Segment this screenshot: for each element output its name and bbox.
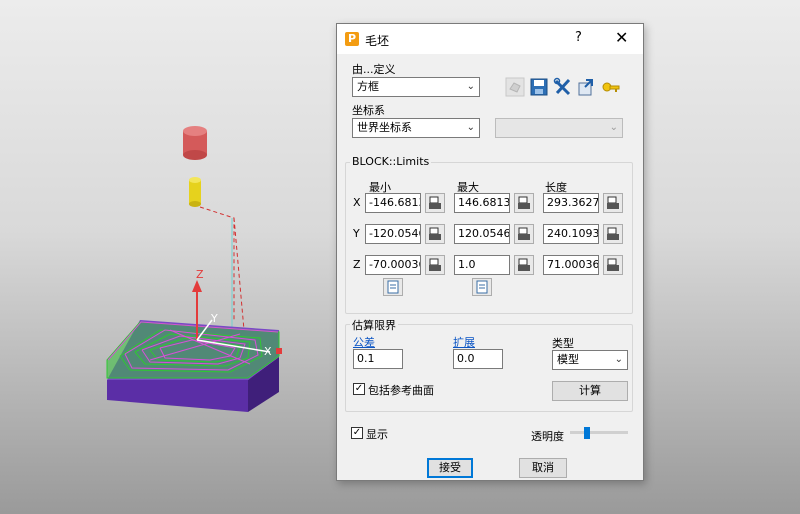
estimate-title: 估算限界: [350, 317, 398, 333]
accept-button[interactable]: 接受: [427, 458, 473, 478]
pick-icon: [607, 227, 619, 240]
x-length-pick-button[interactable]: [603, 193, 623, 213]
show-label: 显示: [366, 428, 388, 441]
y-max-field[interactable]: 120.0546: [454, 224, 510, 244]
define-by-select[interactable]: 方框 ⌄: [352, 77, 480, 97]
chevron-down-icon: ⌄: [614, 354, 623, 365]
list-icon: [476, 280, 488, 294]
y-max-pick-button[interactable]: [514, 224, 534, 244]
y-length-pick-button[interactable]: [603, 224, 623, 244]
expand-field[interactable]: 0.0: [453, 349, 503, 369]
include-ref-label: 包括参考曲面: [368, 384, 434, 397]
axis-label-z: Z: [196, 268, 204, 281]
transparency-slider-thumb[interactable]: [584, 427, 591, 439]
x-max-pick-button[interactable]: [514, 193, 534, 213]
estimate-type-select[interactable]: 模型 ⌄: [552, 350, 628, 370]
dialog-title: 毛坯: [365, 34, 390, 48]
app-logo-icon: P: [345, 32, 359, 46]
fill-icon[interactable]: [505, 77, 525, 97]
pick-icon: [429, 227, 441, 240]
pick-icon: [429, 258, 441, 271]
x-max-field[interactable]: 146.6813: [454, 193, 510, 213]
coordinate-secondary-select: ⌄: [495, 118, 623, 138]
z-min-field[interactable]: -70.00036: [365, 255, 421, 275]
title-bar: P 毛坯 ? ✕: [337, 24, 643, 54]
estimate-type-value: 模型: [557, 353, 579, 366]
coordinate-label: 坐标系: [352, 104, 385, 117]
axis-label-z-row: Z: [353, 258, 361, 271]
chevron-down-icon: ⌄: [466, 122, 475, 133]
min-list-button[interactable]: [383, 278, 403, 296]
x-min-field[interactable]: -146.68133: [365, 193, 421, 213]
close-button[interactable]: ✕: [615, 28, 628, 47]
max-list-button[interactable]: [472, 278, 492, 296]
limits-title: BLOCK::Limits: [350, 155, 432, 168]
axis-label-x-row: X: [353, 196, 361, 209]
y-min-pick-button[interactable]: [425, 224, 445, 244]
define-by-value: 方框: [357, 80, 379, 93]
tool-tip-cylinder: [189, 177, 201, 207]
axis-label-y-row: Y: [353, 227, 360, 240]
coordinate-select[interactable]: 世界坐标系 ⌄: [352, 118, 480, 138]
z-max-pick-button[interactable]: [514, 255, 534, 275]
chevron-down-icon: ⌄: [466, 81, 475, 92]
transparency-label: 透明度: [531, 430, 564, 443]
key-icon[interactable]: [601, 77, 621, 97]
tolerance-field[interactable]: 0.1: [353, 349, 403, 369]
expand-link[interactable]: 扩展: [453, 334, 475, 350]
pick-icon: [607, 258, 619, 271]
pick-icon: [429, 196, 441, 209]
cancel-button[interactable]: 取消: [519, 458, 567, 478]
z-min-pick-button[interactable]: [425, 255, 445, 275]
z-length-field[interactable]: 71.00036: [543, 255, 599, 275]
pick-icon: [607, 196, 619, 209]
tolerance-link[interactable]: 公差: [353, 334, 375, 350]
pick-icon: [518, 227, 530, 240]
tool-holder-cylinder: [183, 126, 207, 160]
list-icon: [387, 280, 399, 294]
include-ref-checkbox[interactable]: ✓: [353, 383, 365, 395]
tools-icon[interactable]: [553, 77, 573, 97]
stock-dialog: P 毛坯 ? ✕ 由...定义 方框 ⌄ 坐标系 世界坐标系 ⌄ ⌄ BLOCK…: [336, 23, 644, 481]
pick-icon: [518, 258, 530, 271]
x-min-pick-button[interactable]: [425, 193, 445, 213]
pick-icon: [518, 196, 530, 209]
x-length-field[interactable]: 293.36277: [543, 193, 599, 213]
transparency-slider[interactable]: [570, 431, 628, 434]
help-button[interactable]: ?: [575, 30, 582, 45]
z-length-pick-button[interactable]: [603, 255, 623, 275]
y-length-field[interactable]: 240.10930: [543, 224, 599, 244]
estimate-type-label: 类型: [552, 337, 574, 350]
show-checkbox[interactable]: ✓: [351, 427, 363, 439]
save-icon[interactable]: [529, 77, 549, 97]
import-icon[interactable]: [577, 77, 597, 97]
calculate-button[interactable]: 计算: [552, 381, 628, 401]
axis-label-x: X: [264, 345, 272, 358]
coordinate-value: 世界坐标系: [357, 121, 412, 134]
define-by-label: 由...定义: [352, 63, 396, 76]
chevron-down-icon: ⌄: [609, 122, 618, 133]
axis-label-y: Y: [210, 312, 218, 325]
z-max-field[interactable]: 1.0: [454, 255, 510, 275]
y-min-field[interactable]: -120.05460: [365, 224, 421, 244]
